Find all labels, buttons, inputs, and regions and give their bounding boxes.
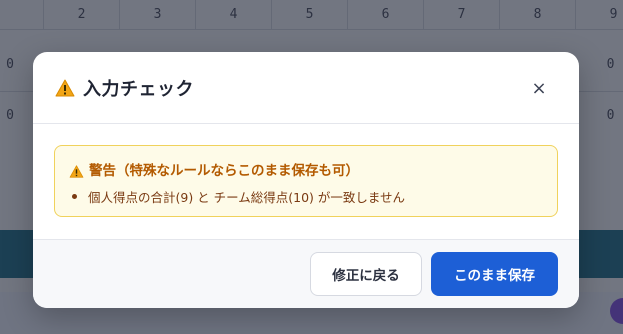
save-anyway-button[interactable]: このまま保存 bbox=[431, 252, 558, 296]
bullet-icon bbox=[72, 194, 77, 199]
back-to-edit-button[interactable]: 修正に戻る bbox=[310, 252, 422, 296]
warning-list-item: 個人得点の合計(9) と チーム総得点(10) が一致しません bbox=[72, 187, 405, 206]
close-icon[interactable]: × bbox=[531, 78, 546, 99]
dialog-title-group: 入力チェック bbox=[55, 74, 194, 102]
warning-message: 個人得点の合計(9) と チーム総得点(10) が一致しません bbox=[88, 190, 406, 205]
warning-triangle-icon bbox=[55, 79, 75, 97]
dialog-footer: 修正に戻る このまま保存 bbox=[33, 239, 579, 308]
input-check-dialog: 入力チェック × 警告（特殊なルールならこのまま保存も可） 個人得点の合計(9)… bbox=[33, 52, 579, 308]
close-button[interactable]: × bbox=[527, 76, 551, 100]
warning-box: 警告（特殊なルールならこのまま保存も可） 個人得点の合計(9) と チーム総得点… bbox=[54, 145, 558, 217]
dialog-header: 入力チェック × bbox=[33, 52, 579, 124]
warning-title: 警告（特殊なルールならこのまま保存も可） bbox=[89, 163, 359, 179]
dialog-title: 入力チェック bbox=[83, 79, 194, 100]
warning-heading: 警告（特殊なルールならこのまま保存も可） bbox=[69, 159, 359, 179]
warning-triangle-icon bbox=[69, 163, 84, 178]
